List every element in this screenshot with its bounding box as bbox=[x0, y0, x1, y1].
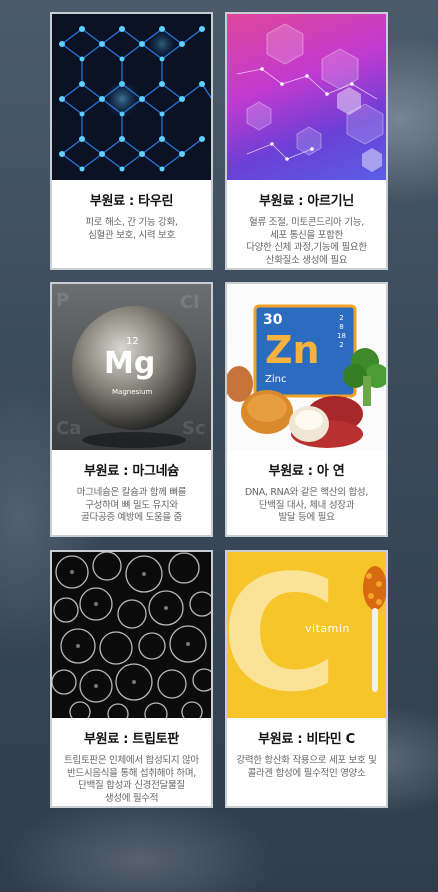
shell-count: 2 bbox=[339, 314, 344, 322]
element-symbol: Mg bbox=[104, 346, 156, 381]
atomic-number: 30 bbox=[263, 312, 283, 328]
card-magnesium: P Cl Ca Sc 12 Mg Magnesium 부원료 : 마그네슘 마그네슘은… bbox=[50, 282, 213, 537]
zinc-foods-image: 30 Zn Zinc 2 8 18 2 bbox=[227, 284, 386, 450]
card-title: 부원료 : 마그네슘 bbox=[84, 464, 179, 479]
card-title: 부원료 : 타우린 bbox=[89, 194, 174, 209]
desc-line: 콜라겐 합성에 필수적인 영양소 bbox=[247, 767, 366, 779]
desc-line: 강력한 항산화 작용으로 세포 보호 및 bbox=[236, 755, 377, 766]
card-title: 부원료 : 아르기닌 bbox=[259, 194, 354, 209]
zn-element-tile: 30 Zn Zinc 2 8 18 2 bbox=[227, 284, 386, 450]
desc-line: 단백질 대사, 체내 성장과 bbox=[258, 499, 355, 511]
tryptophan-cells-image bbox=[52, 552, 211, 718]
mg-element-tile: 12 Mg Magnesium bbox=[52, 284, 211, 450]
desc-line: DNA, RNA와 같은 핵산의 합성, bbox=[244, 487, 369, 498]
desc-line: 피로 해소, 간 기능 강화, bbox=[85, 217, 178, 228]
desc-line: 생성에 필수적 bbox=[104, 792, 159, 804]
card-description: 트립토판은 인체에서 합성되지 않아 반드시음식을 통해 섭취해야 하며, 단백… bbox=[58, 755, 205, 805]
desc-line: 심혈관 보호, 시력 보호 bbox=[88, 229, 175, 241]
element-name: Zinc bbox=[265, 374, 287, 385]
electron-shells: 2 8 18 2 bbox=[337, 314, 346, 350]
vitamin-c-image: C vitamin bbox=[227, 552, 386, 718]
card-description: 강력한 항산화 작용으로 세포 보호 및 콜라겐 합성에 필수적인 영양소 bbox=[233, 755, 380, 780]
card-title: 부원료 : 트립토판 bbox=[84, 732, 179, 747]
card-tryptophan: 부원료 : 트립토판 트립토판은 인체에서 합성되지 않아 반드시음식을 통해 … bbox=[50, 550, 213, 808]
shell-count: 8 bbox=[339, 323, 344, 331]
arginine-hexagon-image bbox=[227, 14, 386, 180]
card-taurine: 부원료 : 타우린 피로 해소, 간 기능 강화, 심혈관 보호, 시력 보호 bbox=[50, 12, 213, 270]
desc-line: 산화질소 생성에 필요 bbox=[265, 254, 348, 266]
element-symbol: Zn bbox=[265, 328, 320, 372]
desc-line: 발달 등에 필요 bbox=[278, 512, 335, 523]
desc-line: 골다공증 예방에 도움을 줌 bbox=[81, 512, 182, 523]
card-description: DNA, RNA와 같은 핵산의 합성, 단백질 대사, 체내 성장과 발달 등… bbox=[233, 487, 380, 525]
card-description: 피로 해소, 간 기능 강화, 심혈관 보호, 시력 보호 bbox=[58, 217, 205, 242]
desc-line: 단백질 합성과 신경전달물질 bbox=[78, 780, 185, 791]
card-description: 혈류 조절, 미토콘드리아 기능, 세포 통신을 포함한 다양한 신체 과정,기… bbox=[233, 217, 380, 267]
desc-line: 세포 통신을 포함한 bbox=[270, 229, 343, 241]
desc-line: 반드시음식을 통해 섭취해야 하며, bbox=[66, 767, 197, 779]
shell-count: 2 bbox=[339, 341, 344, 349]
magnesium-sphere-image: P Cl Ca Sc 12 Mg Magnesium bbox=[52, 284, 211, 450]
desc-line: 구성하며 뼈 밀도 유지와 bbox=[85, 499, 178, 511]
desc-line: 다양한 신체 과정,기능에 필요한 bbox=[246, 242, 367, 253]
vitamin-word: vitamin bbox=[305, 622, 350, 635]
desc-line: 마그네슘은 칼슘과 함께 뼈를 bbox=[76, 487, 187, 498]
taurine-molecule-image bbox=[52, 14, 211, 180]
card-title: 부원료 : 비타민 C bbox=[258, 732, 355, 747]
card-zinc: 30 Zn Zinc 2 8 18 2 부원료 : 아 연 DNA, RNA와 … bbox=[225, 282, 388, 537]
card-title: 부원료 : 아 연 bbox=[268, 464, 345, 479]
card-vitamin-c: C vitamin 부원료 : 비타민 C 강력한 항산화 작용으로 세포 보호… bbox=[225, 550, 388, 808]
card-description: 마그네슘은 칼슘과 함께 뼈를 구성하며 뼈 밀도 유지와 골다공증 예방에 도… bbox=[58, 487, 205, 525]
desc-line: 트립토판은 인체에서 합성되지 않아 bbox=[64, 755, 199, 766]
card-arginine: 부원료 : 아르기닌 혈류 조절, 미토콘드리아 기능, 세포 통신을 포함한 … bbox=[225, 12, 388, 270]
shell-count: 18 bbox=[337, 332, 346, 340]
desc-line: 혈류 조절, 미토콘드리아 기능, bbox=[249, 217, 364, 228]
element-name: Magnesium bbox=[112, 388, 153, 396]
